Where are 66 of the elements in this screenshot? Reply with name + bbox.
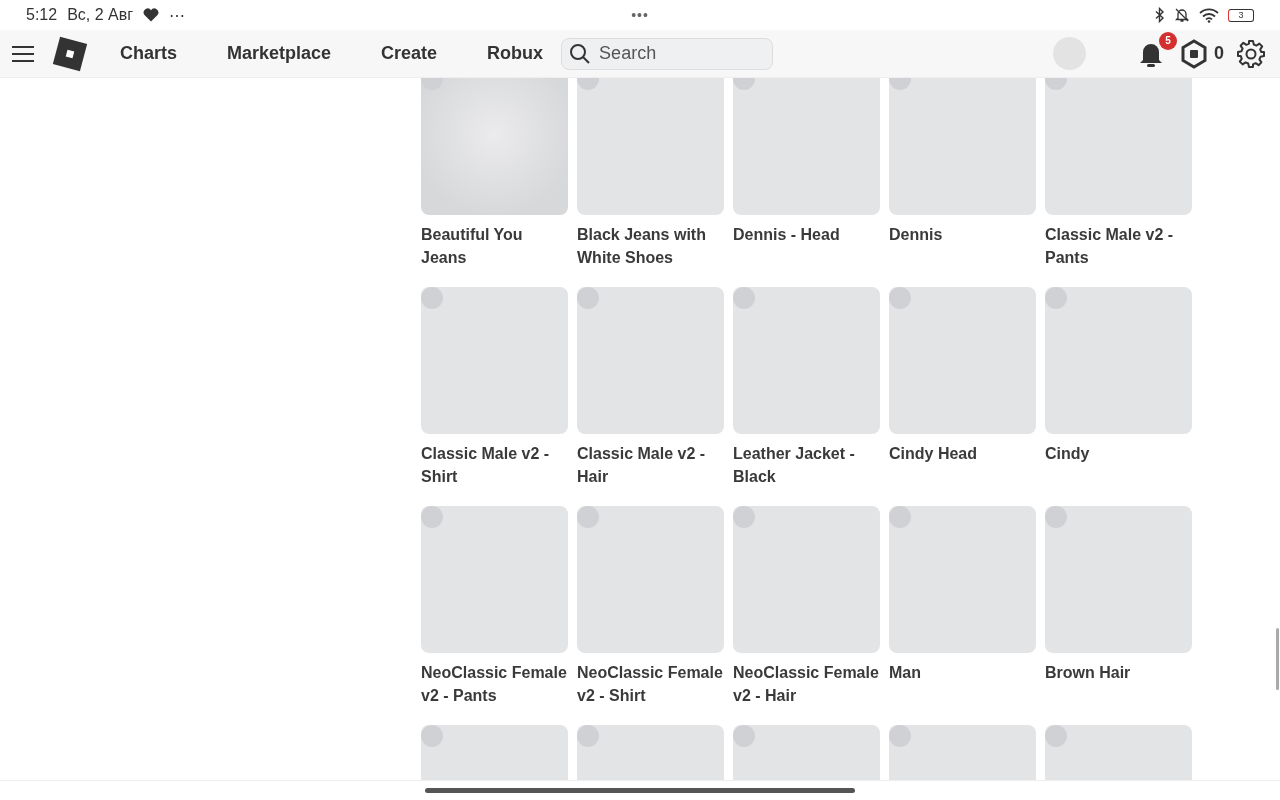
scrollbar-thumb[interactable] [1276,628,1279,690]
menu-icon[interactable] [12,45,34,62]
item-name[interactable]: Black Jeans with White Shoes [577,223,724,269]
placeholder-dot [889,287,911,309]
item-thumbnail[interactable] [733,287,880,434]
item-name[interactable]: Leather Jacket - Black [733,442,880,488]
item-thumbnail[interactable] [577,287,724,434]
item-name[interactable]: NeoClassic Female v2 - Hair [733,661,880,707]
item-name[interactable]: Dennis [889,223,1036,246]
item-name[interactable]: Cindy [1045,442,1192,465]
item-name[interactable]: NeoClassic Female v2 - Pants [421,661,568,707]
item-name[interactable]: NeoClassic Female v2 - Shirt [577,661,724,707]
placeholder-dot [1045,725,1067,747]
item-thumbnail[interactable] [1045,287,1192,434]
item-thumbnail[interactable] [577,506,724,653]
more-text: ⋯ [169,5,186,25]
placeholder-dot [733,506,755,528]
status-time: 5:12 [26,6,58,24]
status-date: Вс, 2 Авг [67,6,134,24]
placeholder-dot [733,287,755,309]
item-name[interactable]: Classic Male v2 - Pants [1045,223,1192,269]
wifi-icon [1199,7,1219,23]
item-name[interactable]: Dennis - Head [733,223,880,246]
nav-link[interactable]: Charts [106,43,191,64]
placeholder-dot [421,506,443,528]
placeholder-dot [577,725,599,747]
placeholder-dot [421,287,443,309]
home-indicator[interactable] [425,788,855,793]
battery-indicator: 3 [1228,8,1254,22]
placeholder-dot [889,725,911,747]
item-name[interactable]: Classic Male v2 - Shirt [421,442,568,488]
bluetooth-icon [1155,7,1165,23]
placeholder-dot [1045,506,1067,528]
item-name[interactable]: Man [889,661,1036,684]
bell-muted-icon [1174,7,1190,23]
item-name[interactable]: Brown Hair [1045,661,1192,684]
item-thumbnail[interactable] [1045,78,1192,215]
nav-link[interactable]: Create [367,43,452,64]
nav-link[interactable]: Marketplace [213,43,346,64]
hexagon-currency-icon[interactable] [1180,38,1208,69]
item-name[interactable]: Cindy Head [889,442,1036,465]
item-name[interactable]: Classic Male v2 - Hair [577,442,724,488]
item-name[interactable]: Beautiful You Jeans [421,223,568,269]
multitask-dots[interactable]: ••• [631,7,649,23]
settings-icon[interactable] [1236,38,1266,69]
item-thumbnail[interactable] [889,506,1036,653]
item-thumbnail[interactable] [733,506,880,653]
item-thumbnail[interactable] [577,78,724,215]
item-thumbnail[interactable] [421,287,568,434]
search-field[interactable]: Search [561,37,774,70]
item-thumbnail[interactable] [889,78,1036,215]
placeholder-dot [577,287,599,309]
placeholder-dot [733,725,755,747]
currency-balance: 0 [1214,43,1224,64]
placeholder-dot [421,725,443,747]
item-thumbnail[interactable] [889,287,1036,434]
item-thumbnail[interactable] [733,78,880,215]
heart-icon [143,8,160,22]
placeholder-dot [1045,287,1067,309]
notification-badge: 5 [1159,31,1177,50]
item-thumbnail[interactable] [421,78,568,215]
item-thumbnail[interactable] [421,506,568,653]
placeholder-dot [889,506,911,528]
item-thumbnail[interactable] [1045,506,1192,653]
placeholder-dot [577,506,599,528]
nav-link[interactable]: Robux [473,43,558,64]
